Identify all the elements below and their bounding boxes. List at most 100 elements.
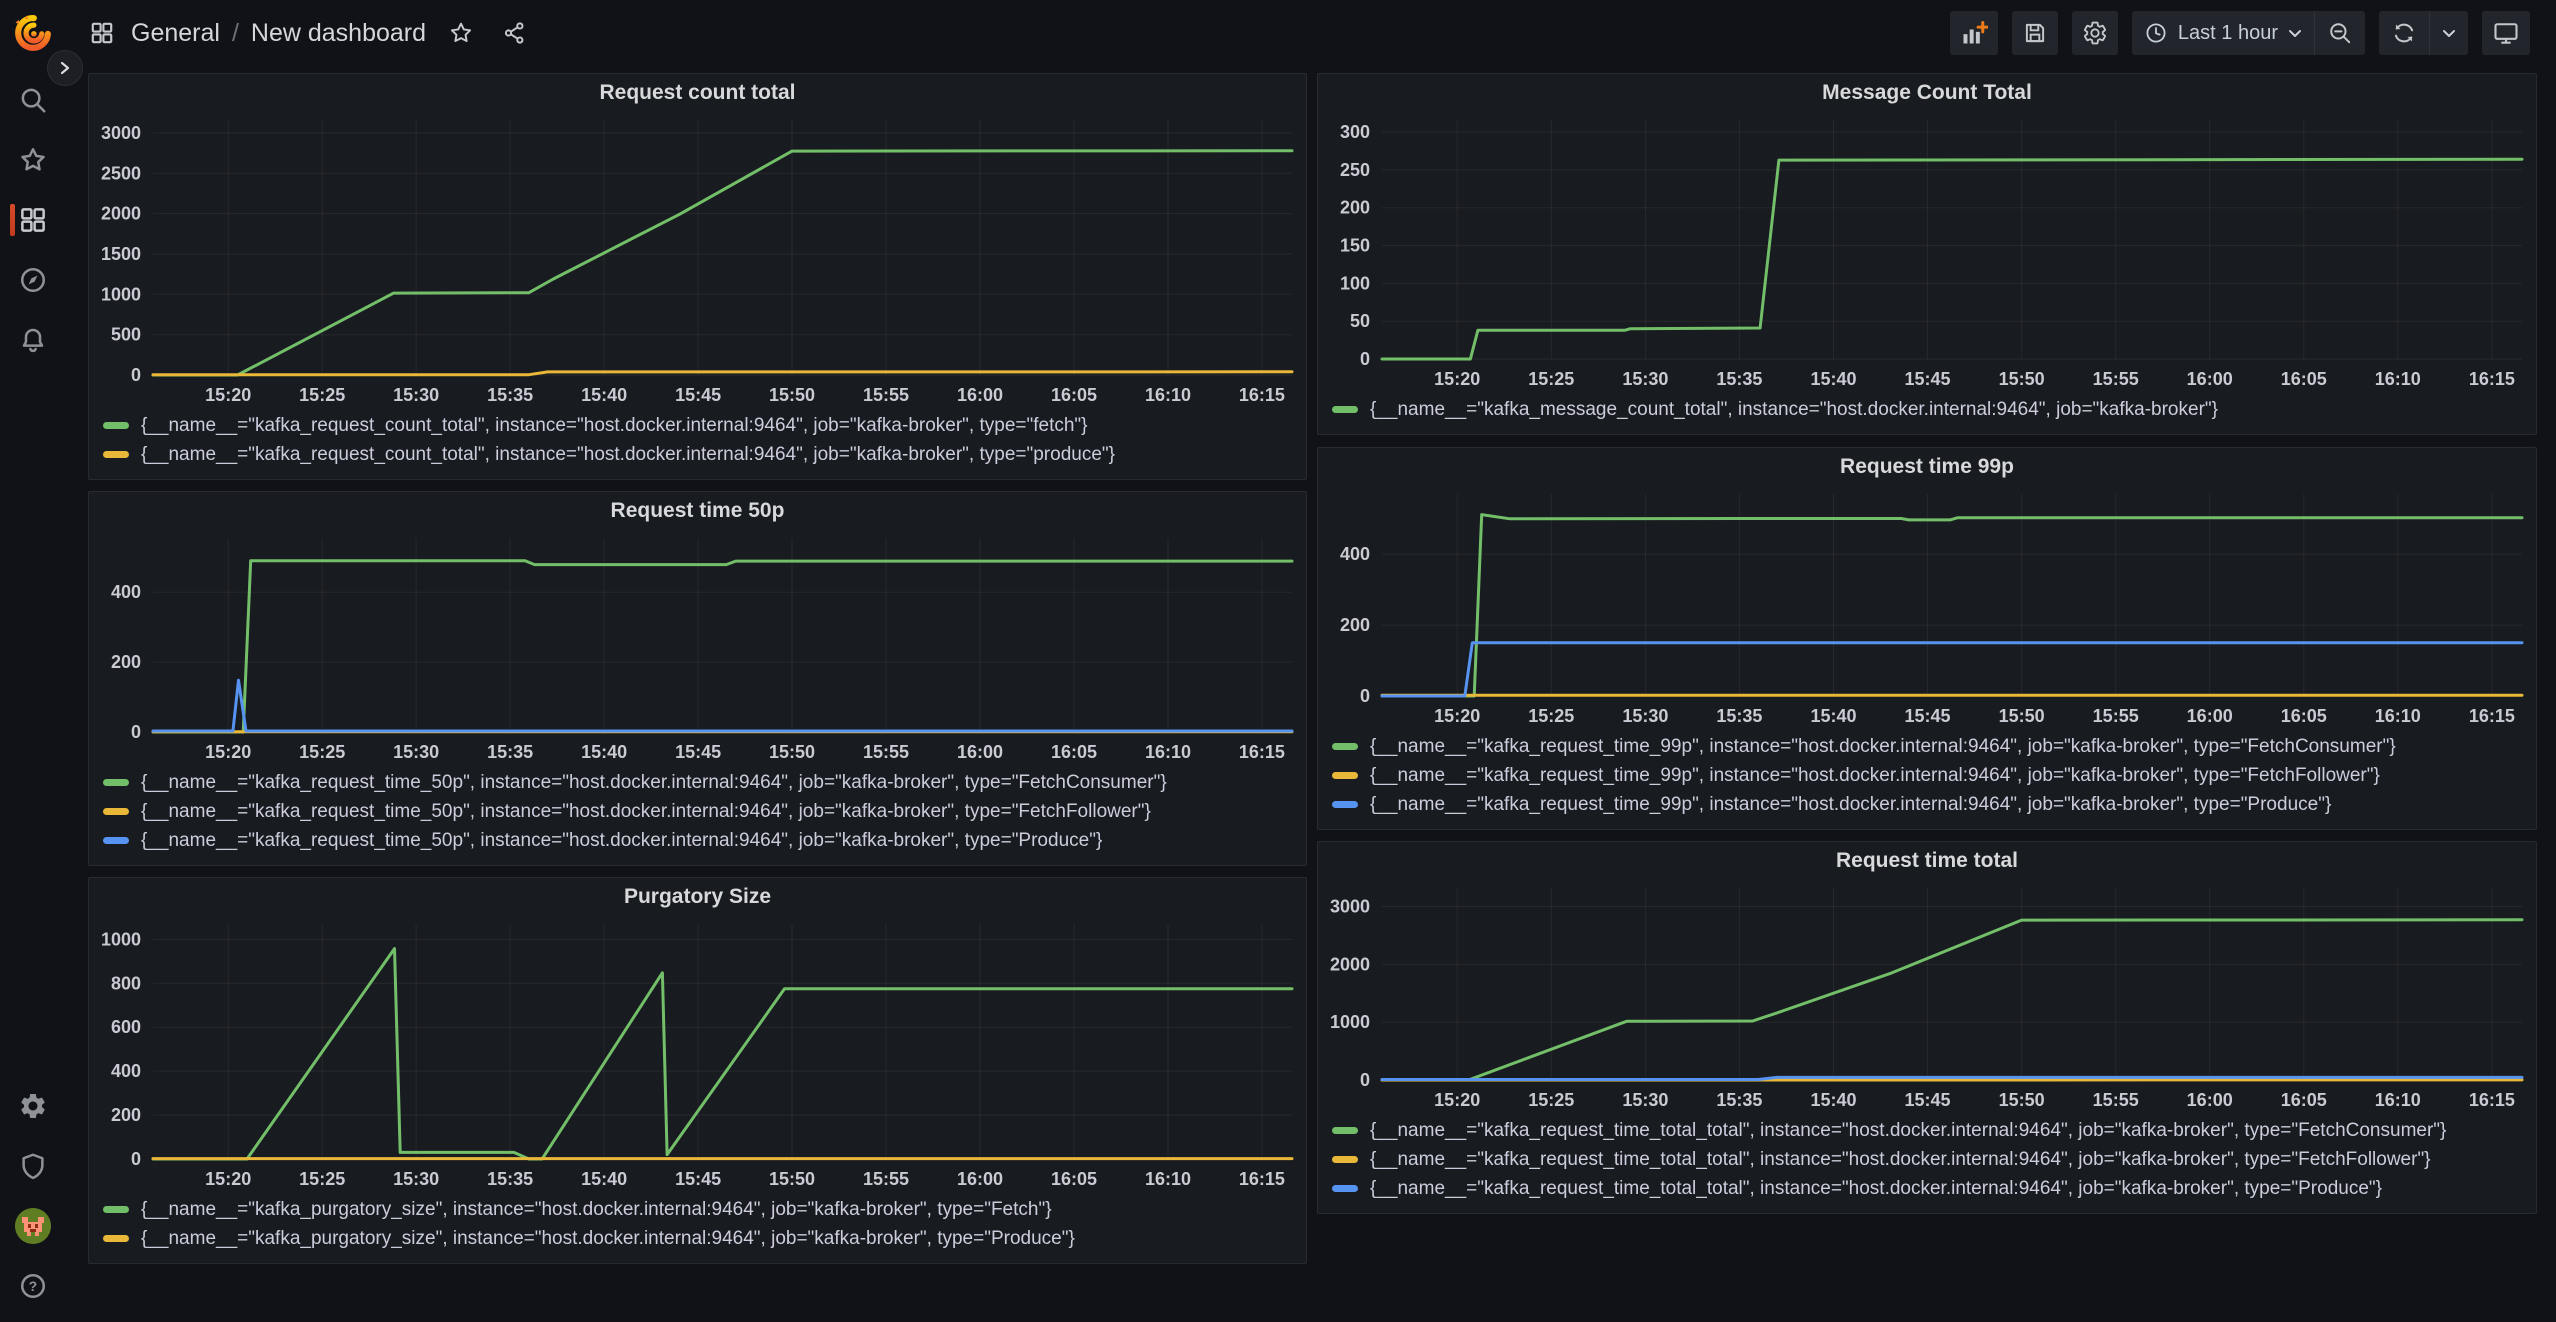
- refresh-interval-dropdown[interactable]: [2429, 11, 2468, 55]
- svg-text:15:55: 15:55: [863, 742, 909, 762]
- svg-text:1000: 1000: [101, 929, 141, 949]
- time-series-chart[interactable]: 010002000300015:2015:2515:3015:3515:4015…: [1318, 878, 2536, 1114]
- svg-text:16:10: 16:10: [2375, 369, 2421, 389]
- sidebar-item-explore[interactable]: [0, 250, 65, 310]
- panel-title[interactable]: Request time total: [1318, 842, 2536, 878]
- panel-title[interactable]: Request time 99p: [1318, 448, 2536, 484]
- legend-swatch: [103, 779, 129, 786]
- sidebar-item-server-admin[interactable]: [0, 1136, 65, 1196]
- add-panel-icon: [1960, 19, 1988, 47]
- legend-item[interactable]: {__name__="kafka_request_time_99p", inst…: [1332, 732, 2528, 761]
- svg-text:16:10: 16:10: [2375, 1090, 2421, 1110]
- legend-item[interactable]: {__name__="kafka_request_time_99p", inst…: [1332, 790, 2528, 819]
- star-dashboard-button[interactable]: [442, 19, 480, 47]
- refresh-dashboard-button[interactable]: [2379, 11, 2429, 55]
- panel-legend: {__name__="kafka_message_count_total", i…: [1318, 393, 2536, 434]
- svg-text:15:35: 15:35: [487, 742, 533, 762]
- sidebar-item-settings[interactable]: [0, 1076, 65, 1136]
- sidebar-expand-button[interactable]: [47, 50, 83, 86]
- svg-text:1000: 1000: [1330, 1012, 1370, 1032]
- svg-text:800: 800: [111, 973, 141, 993]
- sidebar-item-starred[interactable]: [0, 130, 65, 190]
- legend-item[interactable]: {__name__="kafka_request_time_50p", inst…: [103, 797, 1298, 826]
- zoom-out-time-button[interactable]: [2314, 11, 2365, 55]
- svg-text:500: 500: [111, 325, 141, 345]
- time-series-chart[interactable]: 020040015:2015:2515:3015:3515:4015:4515:…: [1318, 484, 2536, 730]
- legend-item[interactable]: {__name__="kafka_request_time_total_tota…: [1332, 1174, 2528, 1203]
- svg-text:100: 100: [1340, 273, 1370, 293]
- share-dashboard-button[interactable]: [496, 19, 534, 47]
- svg-text:16:00: 16:00: [2187, 706, 2233, 726]
- svg-text:16:05: 16:05: [1051, 385, 1097, 405]
- chart-canvas[interactable]: 020040015:2015:2515:3015:3515:4015:4515:…: [89, 528, 1306, 766]
- svg-text:400: 400: [111, 1061, 141, 1081]
- legend-item[interactable]: {__name__="kafka_request_count_total", i…: [103, 411, 1298, 440]
- grafana-logo[interactable]: [12, 12, 54, 54]
- sidebar-item-dashboards[interactable]: [0, 190, 65, 250]
- sidebar-top-menu: [0, 70, 65, 370]
- svg-text:600: 600: [111, 1017, 141, 1037]
- svg-text:400: 400: [111, 582, 141, 602]
- sidebar-item-profile[interactable]: [0, 1196, 65, 1256]
- svg-text:15:40: 15:40: [581, 742, 627, 762]
- svg-text:15:30: 15:30: [393, 385, 439, 405]
- time-series-chart[interactable]: 020040015:2015:2515:3015:3515:4015:4515:…: [89, 528, 1306, 766]
- panel-title[interactable]: Message Count Total: [1318, 74, 2536, 110]
- breadcrumb-folder[interactable]: General: [131, 19, 220, 48]
- server-admin-shield-icon: [18, 1151, 48, 1181]
- svg-text:15:50: 15:50: [1999, 1090, 2045, 1110]
- svg-text:16:15: 16:15: [2469, 1090, 2515, 1110]
- svg-text:16:15: 16:15: [1239, 385, 1285, 405]
- chevron-down-icon: [2288, 29, 2302, 38]
- svg-text:15:55: 15:55: [2093, 369, 2139, 389]
- legend-item[interactable]: {__name__="kafka_request_time_99p", inst…: [1332, 761, 2528, 790]
- panel-title[interactable]: Request count total: [89, 74, 1306, 110]
- legend-label: {__name__="kafka_request_time_50p", inst…: [141, 830, 1102, 852]
- legend-item[interactable]: {__name__="kafka_purgatory_size", instan…: [103, 1195, 1298, 1224]
- legend-swatch: [1332, 801, 1358, 808]
- sidebar-item-alerting[interactable]: [0, 310, 65, 370]
- panel-title[interactable]: Request time 50p: [89, 492, 1306, 528]
- svg-text:50: 50: [1350, 311, 1370, 331]
- dashboard-settings-button[interactable]: [2072, 11, 2118, 55]
- time-series-chart[interactable]: 05010015020025030015:2015:2515:3015:3515…: [1318, 110, 2536, 393]
- svg-text:0: 0: [1360, 1070, 1370, 1090]
- legend-item[interactable]: {__name__="kafka_request_time_total_tota…: [1332, 1116, 2528, 1145]
- chart-canvas[interactable]: 05001000150020002500300015:2015:2515:301…: [89, 110, 1306, 409]
- chart-canvas[interactable]: 0200400600800100015:2015:2515:3015:3515:…: [89, 914, 1306, 1193]
- legend-item[interactable]: {__name__="kafka_request_time_total_tota…: [1332, 1145, 2528, 1174]
- svg-text:15:35: 15:35: [487, 1169, 533, 1189]
- legend-swatch: [1332, 1127, 1358, 1134]
- legend-item[interactable]: {__name__="kafka_request_count_total", i…: [103, 440, 1298, 469]
- time-range-picker[interactable]: Last 1 hour: [2132, 11, 2314, 55]
- sidebar-item-help[interactable]: ?: [0, 1256, 65, 1316]
- refresh-icon: [2391, 20, 2417, 46]
- svg-text:16:00: 16:00: [957, 742, 1003, 762]
- chart-canvas[interactable]: 020040015:2015:2515:3015:3515:4015:4515:…: [1318, 484, 2536, 730]
- legend-swatch: [1332, 1185, 1358, 1192]
- settings-gear-icon: [18, 1091, 48, 1121]
- legend-item[interactable]: {__name__="kafka_message_count_total", i…: [1332, 395, 2528, 424]
- panel-title[interactable]: Purgatory Size: [89, 878, 1306, 914]
- legend-item[interactable]: {__name__="kafka_request_time_50p", inst…: [103, 826, 1298, 855]
- sidebar: ?: [0, 0, 65, 1322]
- chart-canvas[interactable]: 05010015020025030015:2015:2515:3015:3515…: [1318, 110, 2536, 393]
- chart-canvas[interactable]: 010002000300015:2015:2515:3015:3515:4015…: [1318, 878, 2536, 1114]
- clock-icon: [2144, 21, 2168, 45]
- legend-item[interactable]: {__name__="kafka_request_time_50p", inst…: [103, 768, 1298, 797]
- svg-text:15:35: 15:35: [1716, 369, 1762, 389]
- panel-legend: {__name__="kafka_request_time_50p", inst…: [89, 766, 1306, 865]
- time-series-chart[interactable]: 0200400600800100015:2015:2515:3015:3515:…: [89, 914, 1306, 1193]
- svg-text:16:15: 16:15: [2469, 369, 2515, 389]
- panel-purgatory-size: Purgatory Size 0200400600800100015:2015:…: [88, 877, 1307, 1264]
- breadcrumb-dashboard-title[interactable]: New dashboard: [251, 19, 426, 48]
- tv-kiosk-button[interactable]: [2482, 11, 2530, 55]
- svg-text:16:15: 16:15: [2469, 706, 2515, 726]
- svg-text:16:10: 16:10: [2375, 706, 2421, 726]
- svg-text:15:45: 15:45: [675, 385, 721, 405]
- legend-item[interactable]: {__name__="kafka_purgatory_size", instan…: [103, 1224, 1298, 1253]
- save-dashboard-button[interactable]: [2012, 11, 2058, 55]
- panel-message-count-total: Message Count Total 05010015020025030015…: [1317, 73, 2537, 435]
- time-series-chart[interactable]: 05001000150020002500300015:2015:2515:301…: [89, 110, 1306, 409]
- add-panel-button[interactable]: [1950, 11, 1998, 55]
